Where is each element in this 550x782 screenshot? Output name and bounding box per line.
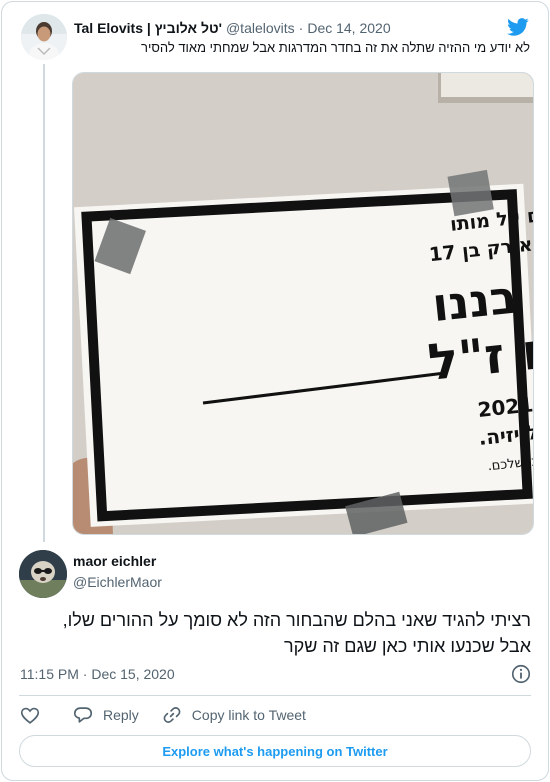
main-tweet-text-line-2: אבל שכנעו אותי כאן שגם זה שקר (284, 636, 531, 656)
copy-link-label: Copy link to Tweet (191, 707, 306, 723)
header-separator: · (298, 20, 304, 36)
like-button[interactable] (19, 704, 41, 726)
tweet-photo[interactable]: בצער רב אנו מודיעים על מותו והוא רק בן 1… (72, 72, 534, 535)
reply-icon (73, 707, 93, 723)
parent-author-name[interactable]: Tal Elovits | טל אלוביץ' (74, 20, 222, 36)
explore-twitter-button[interactable]: Explore what's happening on Twitter (19, 735, 531, 767)
main-tweet-text: רציתי להגיד שאני בהלם שהבחור הזה לא סומך… (19, 607, 531, 659)
parent-tweet-header: Tal Elovits | טל אלוביץ' @talelovits · D… (74, 18, 498, 38)
main-tweet-text-line-1: רציתי להגיד שאני בהלם שהבחור הזה לא סומך… (62, 610, 531, 630)
info-icon[interactable] (510, 663, 532, 685)
timestamp-separator: · (82, 666, 88, 682)
parent-author-handle[interactable]: @talelovits (226, 20, 295, 36)
tweet-embed-card: Tal Elovits | טל אלוביץ' @talelovits · D… (1, 1, 549, 781)
thread-connector-line (43, 64, 45, 542)
tweet-timestamp[interactable]: 11:15 PM · Dec 15, 2020 (20, 666, 175, 682)
reply-label: Reply (103, 707, 139, 723)
divider (19, 695, 531, 696)
link-icon (163, 707, 181, 723)
heart-icon (20, 707, 40, 724)
parent-tweet-text: לא יודע מי ההזיה שתלה את זה בחדר המדרגות… (141, 40, 530, 55)
main-author-handle[interactable]: @EichlerMaor (73, 574, 162, 590)
main-author-name[interactable]: maor eichler (73, 553, 156, 569)
tweet-actions-bar: Reply Copy link to Tweet (19, 702, 328, 728)
main-author-avatar[interactable] (19, 550, 67, 598)
copy-link-button[interactable]: Copy link to Tweet (161, 704, 306, 726)
reply-button[interactable]: Reply (72, 704, 139, 726)
tweet-time: 11:15 PM (20, 666, 79, 682)
parent-author-avatar[interactable] (21, 14, 67, 60)
twitter-bird-icon[interactable] (506, 16, 530, 38)
tweet-date: Dec 15, 2020 (91, 666, 175, 682)
parent-tweet-date[interactable]: Dec 14, 2020 (307, 20, 390, 36)
